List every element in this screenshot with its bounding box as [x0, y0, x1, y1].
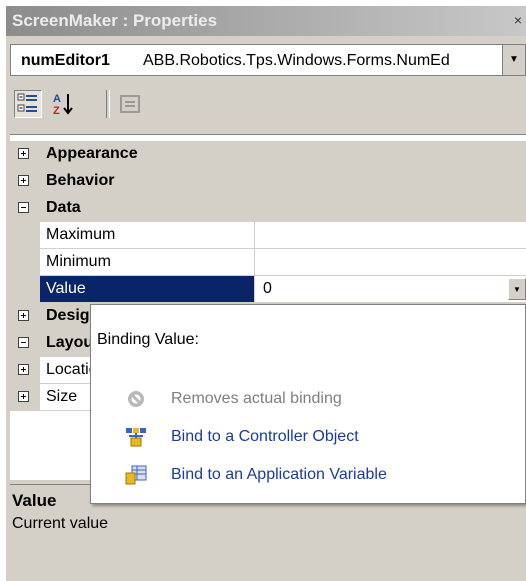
property-name: Size — [46, 388, 78, 405]
property-row-maximum[interactable]: Maximum — [10, 222, 526, 249]
row-gutter — [10, 357, 40, 384]
categorized-icon — [17, 93, 37, 112]
property-row-value[interactable]: Value 0 ▼ — [10, 276, 526, 303]
title-bar: ScreenMaker : Properties × — [6, 6, 526, 36]
property-name-cell[interactable]: Value — [40, 276, 255, 303]
item-label: Removes actual binding — [171, 390, 342, 407]
toolbar-separator — [106, 90, 110, 118]
property-value-cell[interactable]: 0 ▼ — [255, 276, 526, 303]
description-title: Value — [12, 491, 57, 510]
property-row-minimum[interactable]: Minimum — [10, 249, 526, 276]
property-name-cell[interactable]: Maximum — [40, 222, 255, 249]
category-appearance[interactable]: Appearance — [10, 141, 526, 168]
expand-icon[interactable] — [18, 148, 29, 159]
item-label: Bind to a Controller Object — [171, 428, 359, 445]
category-data[interactable]: Data — [10, 195, 526, 222]
category-label: Data — [46, 199, 81, 216]
property-name: Minimum — [46, 253, 111, 270]
property-value-cell[interactable] — [255, 222, 526, 249]
alphabetical-sort-icon: A Z — [53, 93, 73, 117]
category-behavior[interactable]: Behavior — [10, 168, 526, 195]
object-selector[interactable]: numEditor1 ABB.Robotics.Tps.Windows.Form… — [10, 44, 526, 76]
collapse-icon[interactable] — [18, 337, 29, 348]
property-value: 0 — [263, 280, 272, 297]
value-dropdown-button[interactable]: ▼ — [508, 278, 526, 300]
chevron-down-icon[interactable]: ▼ — [502, 45, 525, 75]
category-label: Behavior — [46, 172, 115, 189]
description-text: Current value — [12, 515, 109, 532]
close-icon[interactable]: × — [514, 12, 522, 28]
row-gutter — [10, 222, 40, 249]
window-title: ScreenMaker : Properties — [12, 11, 218, 30]
property-pages-icon — [120, 95, 140, 113]
remove-binding-icon — [128, 391, 144, 407]
svg-text:A: A — [53, 93, 61, 105]
controller-object-icon — [126, 428, 146, 447]
item-label: Bind to an Application Variable — [171, 466, 387, 483]
property-name-cell[interactable]: Minimum — [40, 249, 255, 276]
object-type: ABB.Robotics.Tps.Windows.Forms.NumEd — [143, 52, 450, 69]
row-gutter — [10, 384, 40, 411]
properties-toolbar: A Z — [6, 82, 526, 126]
property-value-cell[interactable] — [255, 249, 526, 276]
expand-icon[interactable] — [18, 175, 29, 186]
row-gutter — [10, 276, 40, 303]
expand-icon[interactable] — [18, 310, 29, 321]
alphabetical-button[interactable]: A Z — [50, 90, 78, 118]
binding-popup: Binding Value: Removes actual binding Bi… — [90, 304, 526, 504]
category-label: Appearance — [46, 145, 138, 162]
object-name: numEditor1 — [21, 52, 110, 69]
property-pages-button[interactable] — [116, 90, 144, 118]
row-gutter — [10, 249, 40, 276]
expand-icon[interactable] — [18, 364, 29, 375]
expand-icon[interactable] — [18, 391, 29, 402]
binding-heading: Binding Value: — [97, 331, 199, 348]
categorized-button[interactable] — [14, 90, 42, 118]
collapse-icon[interactable] — [18, 202, 29, 213]
property-name: Maximum — [46, 226, 116, 243]
svg-text:Z: Z — [53, 105, 60, 117]
property-name: Value — [46, 280, 86, 297]
application-variable-icon — [125, 465, 147, 485]
